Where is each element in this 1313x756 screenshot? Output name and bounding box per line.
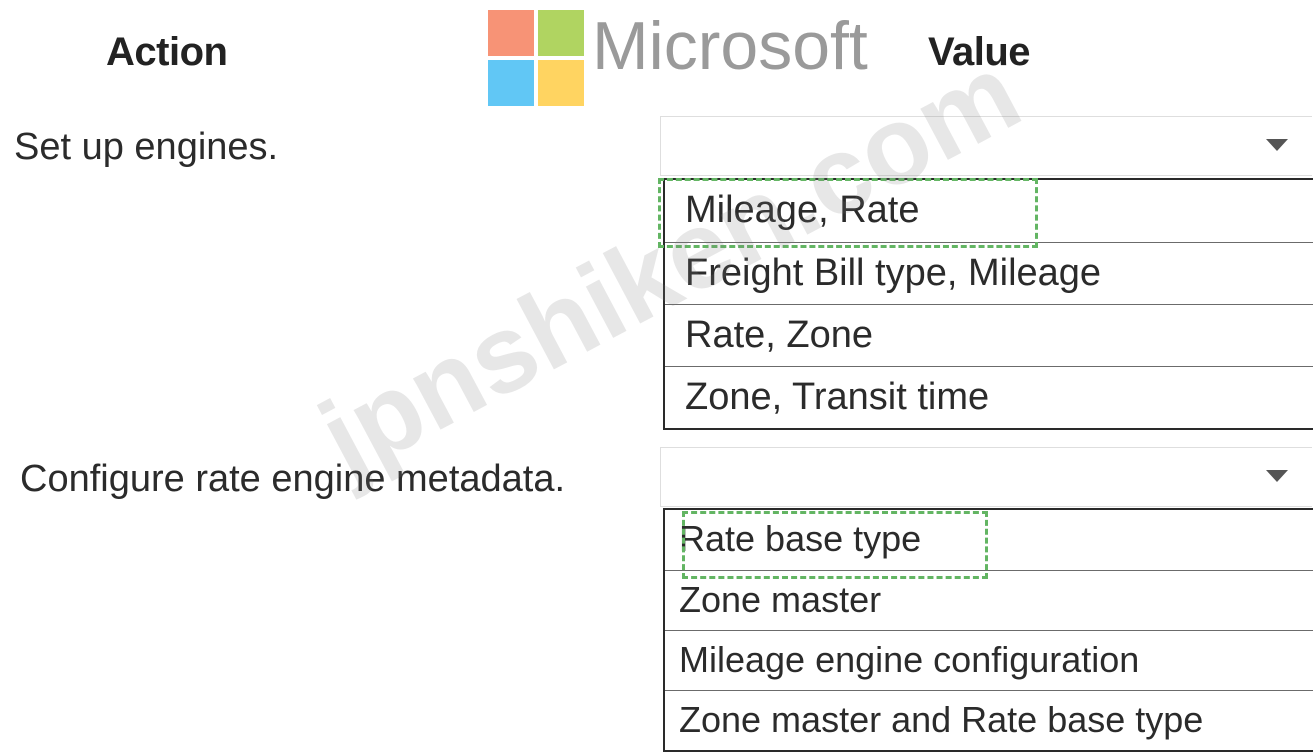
action-label-set-up-engines: Set up engines. xyxy=(14,126,279,168)
option-mileage-engine-configuration[interactable]: Mileage engine configuration xyxy=(665,630,1313,690)
option-zone-master[interactable]: Zone master xyxy=(665,570,1313,630)
set-up-engines-dropdown[interactable] xyxy=(660,116,1312,176)
option-rate-zone[interactable]: Rate, Zone xyxy=(665,304,1313,366)
logo-square-yellow xyxy=(538,60,584,106)
logo-square-green xyxy=(538,10,584,56)
logo-square-red xyxy=(488,10,534,56)
option-zone-transit-time[interactable]: Zone, Transit time xyxy=(665,366,1313,428)
option-mileage-rate[interactable]: Mileage, Rate xyxy=(665,180,1313,242)
configure-rate-engine-metadata-dropdown[interactable] xyxy=(660,447,1312,507)
microsoft-watermark-text: Microsoft xyxy=(592,8,868,84)
microsoft-logo-icon xyxy=(488,10,584,106)
configure-rate-engine-metadata-options-list: Rate base type Zone master Mileage engin… xyxy=(663,508,1313,752)
option-freight-bill-type-mileage[interactable]: Freight Bill type, Mileage xyxy=(665,242,1313,304)
value-column-header: Value xyxy=(928,30,1031,74)
logo-square-blue xyxy=(488,60,534,106)
chevron-down-icon[interactable] xyxy=(1266,139,1288,151)
set-up-engines-options-list: Mileage, Rate Freight Bill type, Mileage… xyxy=(663,178,1313,430)
chevron-down-icon[interactable] xyxy=(1266,470,1288,482)
action-label-configure-rate-engine-metadata: Configure rate engine metadata. xyxy=(20,458,566,500)
option-zone-master-and-rate-base-type[interactable]: Zone master and Rate base type xyxy=(665,690,1313,750)
option-rate-base-type[interactable]: Rate base type xyxy=(665,510,1313,570)
action-column-header: Action xyxy=(106,30,228,74)
